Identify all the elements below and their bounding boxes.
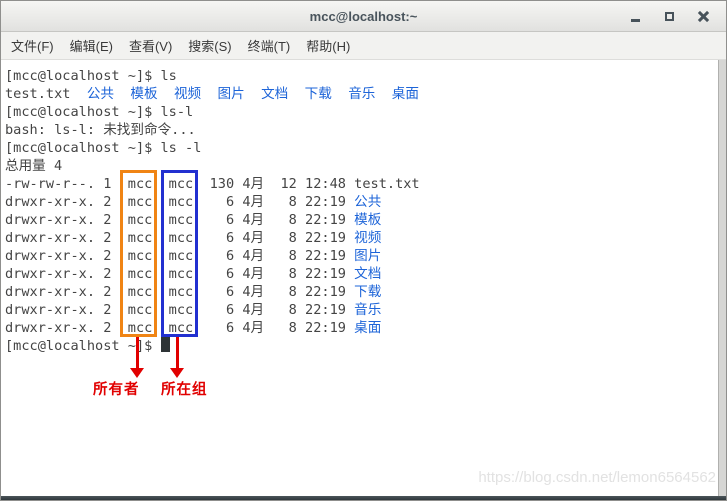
menu-item-help[interactable]: 帮助(H) xyxy=(298,32,358,59)
terminal-text: drwxr-xr-x. 2 mcc mcc 6 4月 8 22:19 xyxy=(5,302,355,318)
terminal-line: drwxr-xr-x. 2 mcc mcc 6 4月 8 22:19 视频 xyxy=(5,229,718,247)
terminal-text: drwxr-xr-x. 2 mcc mcc 6 4月 8 22:19 xyxy=(5,194,355,210)
terminal-text: 公共 xyxy=(354,194,382,210)
window-bottom-edge xyxy=(1,496,726,500)
terminal-line: test.txt 公共 模板 视频 图片 文档 下载 音乐 桌面 xyxy=(5,85,718,103)
group-annotation-label: 所在组 xyxy=(161,382,208,398)
group-arrow xyxy=(176,337,179,370)
close-icon xyxy=(698,11,709,22)
minimize-button[interactable] xyxy=(618,3,652,29)
minimize-icon xyxy=(630,18,640,22)
window-title: mcc@localhost:~ xyxy=(309,8,418,24)
terminal-line: bash: ls-l: 未找到命令... xyxy=(5,121,718,139)
group-arrow-head-icon xyxy=(170,368,184,378)
terminal-text: 图片 xyxy=(354,248,382,264)
terminal-text: 模板 xyxy=(354,212,382,228)
terminal-text: 视频 xyxy=(173,86,202,102)
terminal-line: drwxr-xr-x. 2 mcc mcc 6 4月 8 22:19 模板 xyxy=(5,211,718,229)
terminal-text: bash: ls-l: 未找到命令... xyxy=(5,122,196,138)
terminal-body[interactable]: [mcc@localhost ~]$ ls test.txt 公共 模板 视频 图… xyxy=(1,60,726,496)
window-controls xyxy=(618,1,720,31)
terminal-text: 图片 xyxy=(217,86,245,102)
terminal-line: drwxr-xr-x. 2 mcc mcc 6 4月 8 22:19 下载 xyxy=(5,283,718,301)
terminal-text: 文档 xyxy=(354,266,382,282)
owner-arrow xyxy=(136,337,139,370)
close-button[interactable] xyxy=(686,3,720,29)
terminal-line: drwxr-xr-x. 2 mcc mcc 6 4月 8 22:19 文档 xyxy=(5,265,718,283)
terminal-text: drwxr-xr-x. 2 mcc mcc 6 4月 8 22:19 xyxy=(5,230,355,246)
terminal-text: 总用量 4 xyxy=(5,158,63,174)
terminal-text: drwxr-xr-x. 2 mcc mcc 6 4月 8 22:19 xyxy=(5,212,355,228)
terminal-line: [mcc@localhost ~]$ ls-l xyxy=(5,103,718,121)
terminal-text: 下载 xyxy=(304,86,332,102)
maximize-icon xyxy=(664,11,674,21)
terminal-text: [mcc@localhost ~]$ ls-l xyxy=(5,104,194,120)
terminal-line: [mcc@localhost ~]$ xyxy=(5,337,718,355)
owner-arrow-head-icon xyxy=(130,368,144,378)
titlebar[interactable]: mcc@localhost:~ xyxy=(1,1,726,32)
terminal-text: 音乐 xyxy=(354,302,382,318)
terminal-line: [mcc@localhost ~]$ ls xyxy=(5,67,718,85)
terminal-text: 桌面 xyxy=(354,320,382,336)
terminal-text: -rw-rw-r--. 1 mcc mcc 130 4月 12 12:48 te… xyxy=(5,176,420,192)
terminal-line: 总用量 4 xyxy=(5,157,718,175)
terminal-text: test.txt xyxy=(5,86,87,102)
terminal-text: drwxr-xr-x. 2 mcc mcc 6 4月 8 22:19 xyxy=(5,248,355,264)
owner-annotation-label: 所有者 xyxy=(93,382,140,398)
terminal-text: [mcc@localhost ~]$ ls -l xyxy=(5,140,202,156)
terminal-text: 下载 xyxy=(354,284,382,300)
terminal-text: [mcc@localhost ~]$ ls xyxy=(5,68,177,84)
terminal-line: drwxr-xr-x. 2 mcc mcc 6 4月 8 22:19 公共 xyxy=(5,193,718,211)
terminal-text: 视频 xyxy=(354,230,382,246)
menubar: 文件(F) 编辑(E) 查看(V) 搜索(S) 终端(T) 帮助(H) xyxy=(1,32,726,60)
terminal-output: [mcc@localhost ~]$ ls test.txt 公共 模板 视频 图… xyxy=(1,60,718,496)
menu-item-file[interactable]: 文件(F) xyxy=(3,32,62,59)
terminal-text: 模板 xyxy=(130,86,158,102)
terminal-line: drwxr-xr-x. 2 mcc mcc 6 4月 8 22:19 音乐 xyxy=(5,301,718,319)
terminal-window: mcc@localhost:~ 文件(F) 编辑(E) 查看(V) 搜索(S) … xyxy=(0,0,727,501)
terminal-text: drwxr-xr-x. 2 mcc mcc 6 4月 8 22:19 xyxy=(5,284,355,300)
menu-item-view[interactable]: 查看(V) xyxy=(121,32,180,59)
terminal-line: -rw-rw-r--. 1 mcc mcc 130 4月 12 12:48 te… xyxy=(5,175,718,193)
terminal-text: drwxr-xr-x. 2 mcc mcc 6 4月 8 22:19 xyxy=(5,320,355,336)
maximize-button[interactable] xyxy=(652,3,686,29)
scrollbar[interactable] xyxy=(718,60,726,496)
terminal-line: [mcc@localhost ~]$ ls -l xyxy=(5,139,718,157)
terminal-text: 公共 xyxy=(86,86,115,102)
terminal-line: drwxr-xr-x. 2 mcc mcc 6 4月 8 22:19 桌面 xyxy=(5,319,718,337)
terminal-cursor xyxy=(160,337,170,352)
terminal-text: 桌面 xyxy=(391,86,419,102)
terminal-line: drwxr-xr-x. 2 mcc mcc 6 4月 8 22:19 图片 xyxy=(5,247,718,265)
menu-item-search[interactable]: 搜索(S) xyxy=(180,32,239,59)
terminal-text: drwxr-xr-x. 2 mcc mcc 6 4月 8 22:19 xyxy=(5,266,355,282)
menu-item-edit[interactable]: 编辑(E) xyxy=(62,32,121,59)
terminal-text: 文档 xyxy=(261,86,289,102)
menu-item-terminal[interactable]: 终端(T) xyxy=(240,32,299,59)
terminal-text: 音乐 xyxy=(348,86,376,102)
